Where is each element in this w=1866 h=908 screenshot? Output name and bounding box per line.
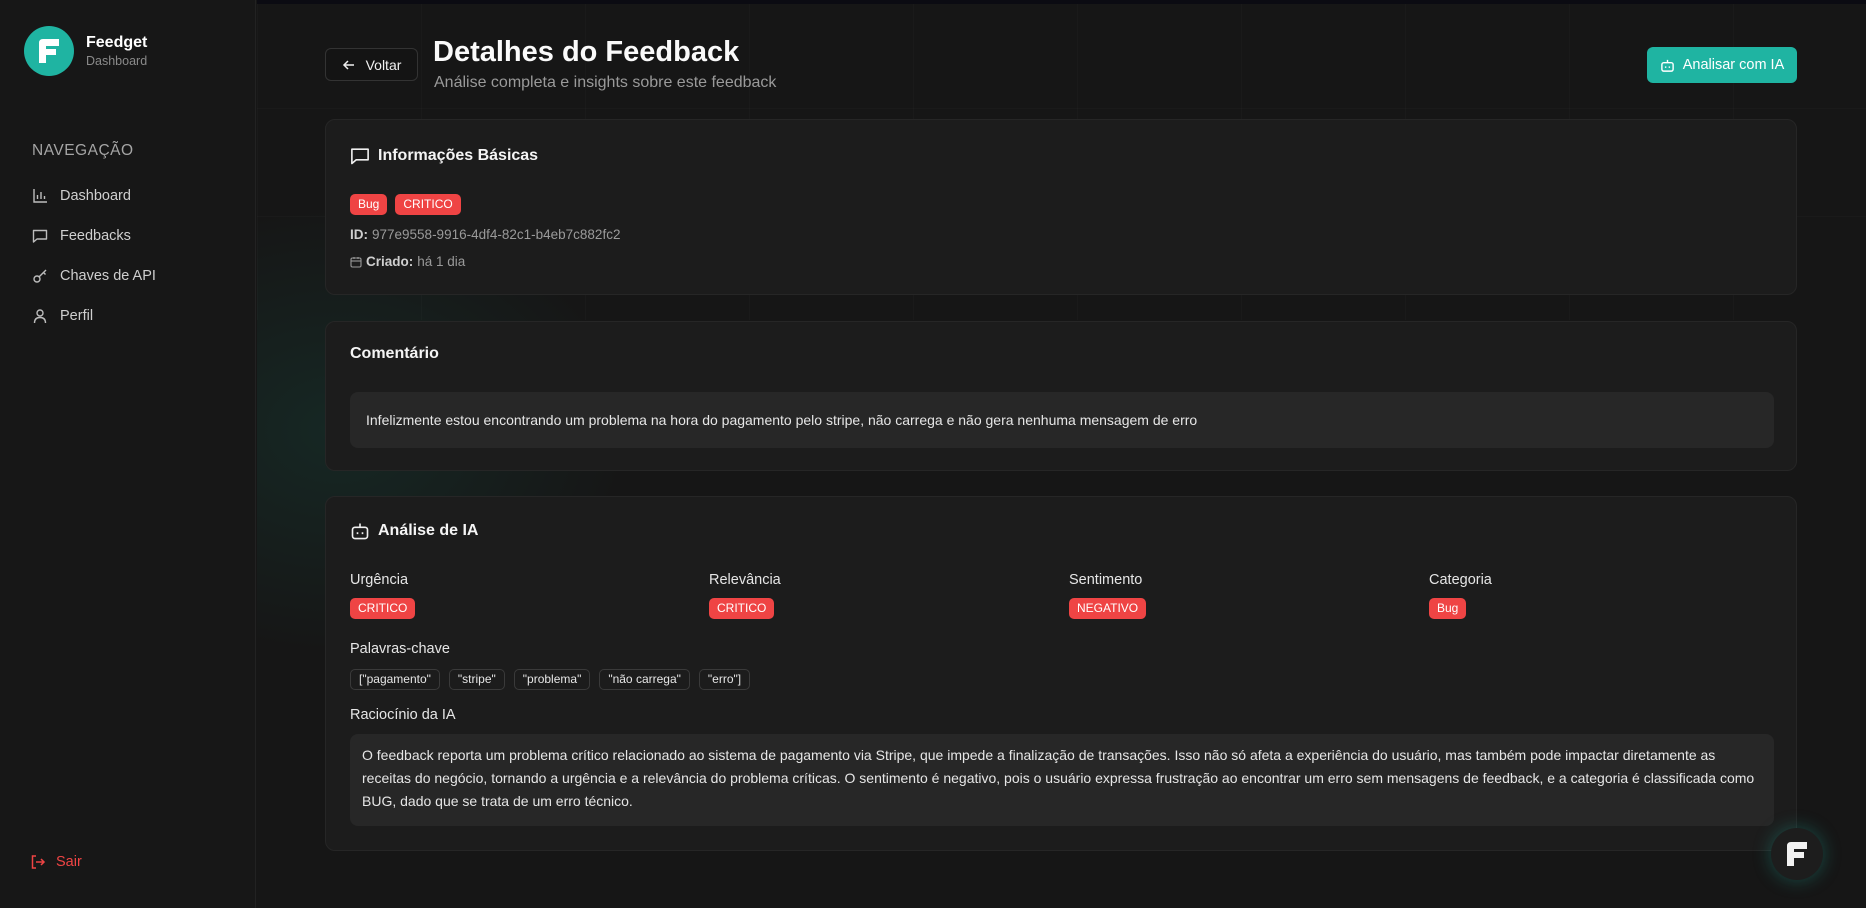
top-edge <box>257 0 1866 4</box>
id-label: ID: <box>350 227 368 242</box>
bar-chart-icon <box>30 186 50 206</box>
id-value: 977e9558-9916-4df4-82c1-b4eb7c882fc2 <box>372 227 621 242</box>
sidebar: Feedget Dashboard NAVEGAÇÃO Dashboard Fe… <box>0 0 256 908</box>
sidebar-item-feedbacks[interactable]: Feedbacks <box>30 216 156 256</box>
page-title: Detalhes do Feedback <box>433 36 740 68</box>
category-label: Categoria <box>1429 572 1492 588</box>
category-field: Categoria Bug <box>1429 572 1492 619</box>
brand[interactable]: Feedget Dashboard <box>24 26 147 76</box>
sentiment-label: Sentimento <box>1069 572 1143 588</box>
keyword-tag: "problema" <box>513 669 591 690</box>
keyword-tag: "erro"] <box>698 669 751 690</box>
user-icon <box>30 306 50 326</box>
logout-button[interactable]: Sair <box>30 854 82 870</box>
logout-label: Sair <box>56 854 82 870</box>
created-date: Criado: há 1 dia <box>350 254 465 269</box>
urgency-badge: CRITICO <box>395 194 461 215</box>
page-subtitle: Análise completa e insights sobre este f… <box>434 74 777 91</box>
category-value-badge: Bug <box>1429 598 1467 619</box>
analyze-with-ai-label: Analisar com IA <box>1682 57 1785 73</box>
comment-title: Comentário <box>350 345 439 362</box>
bot-icon <box>1660 58 1675 73</box>
feedback-id: ID: 977e9558-9916-4df4-82c1-b4eb7c882fc2 <box>350 227 620 242</box>
analyze-with-ai-button[interactable]: Analisar com IA <box>1647 47 1797 83</box>
comment-card: Comentário Infelizmente estou encontrand… <box>325 321 1797 471</box>
keywords-list: ["pagamento" "stripe" "problema" "não ca… <box>350 669 751 690</box>
sentiment-field: Sentimento NEGATIVO <box>1069 572 1147 619</box>
basic-info-title: Informações Básicas <box>350 146 538 166</box>
back-button[interactable]: Voltar <box>325 48 418 81</box>
relevance-label: Relevância <box>709 572 781 588</box>
brand-subtitle: Dashboard <box>86 54 148 68</box>
message-square-icon <box>350 146 370 166</box>
ai-analysis-title-text: Análise de IA <box>378 522 479 539</box>
key-icon <box>30 266 50 286</box>
sidebar-item-api-keys[interactable]: Chaves de API <box>30 256 156 296</box>
basic-info-badges: Bug CRITICO <box>350 194 461 215</box>
calendar-icon <box>350 256 362 268</box>
arrow-left-icon <box>342 58 356 72</box>
sidebar-item-profile[interactable]: Perfil <box>30 296 156 336</box>
category-badge: Bug <box>350 194 388 215</box>
relevance-value-badge: CRITICO <box>709 598 775 619</box>
sidebar-item-label: Chaves de API <box>60 268 156 284</box>
sidebar-item-dashboard[interactable]: Dashboard <box>30 176 156 216</box>
feedget-logo-icon <box>24 26 74 76</box>
message-square-icon <box>30 226 50 246</box>
feedget-logo-icon <box>1787 842 1807 866</box>
comment-text: Infelizmente estou encontrando um proble… <box>350 392 1774 448</box>
ai-analysis-title: Análise de IA <box>350 521 478 541</box>
feedback-widget-button[interactable] <box>1771 828 1823 880</box>
urgency-field: Urgência CRITICO <box>350 572 416 619</box>
urgency-value-badge: CRITICO <box>350 598 416 619</box>
reasoning-label: Raciocínio da IA <box>350 707 456 723</box>
bot-icon <box>350 521 370 541</box>
created-label: Criado: <box>366 254 414 269</box>
keyword-tag: "stripe" <box>448 669 505 690</box>
back-label: Voltar <box>365 56 402 73</box>
sidebar-item-label: Perfil <box>60 308 94 324</box>
log-out-icon <box>30 854 46 870</box>
brand-name: Feedget <box>86 34 148 51</box>
sidebar-nav: Dashboard Feedbacks Chaves de API Perfil <box>30 176 156 336</box>
basic-info-card: Informações Básicas Bug CRITICO ID: 977e… <box>325 119 1797 295</box>
basic-info-title-text: Informações Básicas <box>378 147 539 164</box>
keyword-tag: "não carrega" <box>599 669 690 690</box>
sentiment-value-badge: NEGATIVO <box>1069 598 1147 619</box>
reasoning-text: O feedback reporta um problema crítico r… <box>350 734 1774 826</box>
main-content: Voltar Detalhes do Feedback Análise comp… <box>257 0 1866 908</box>
ai-analysis-card: Análise de IA Urgência CRITICO Relevânci… <box>325 496 1797 851</box>
nav-section-title: NAVEGAÇÃO <box>32 142 134 159</box>
sidebar-item-label: Feedbacks <box>60 228 131 244</box>
keywords-label: Palavras-chave <box>350 641 450 657</box>
created-value: há 1 dia <box>417 254 466 269</box>
sidebar-item-label: Dashboard <box>60 188 131 204</box>
relevance-field: Relevância CRITICO <box>709 572 781 619</box>
keyword-tag: ["pagamento" <box>350 669 440 690</box>
urgency-label: Urgência <box>350 572 409 588</box>
